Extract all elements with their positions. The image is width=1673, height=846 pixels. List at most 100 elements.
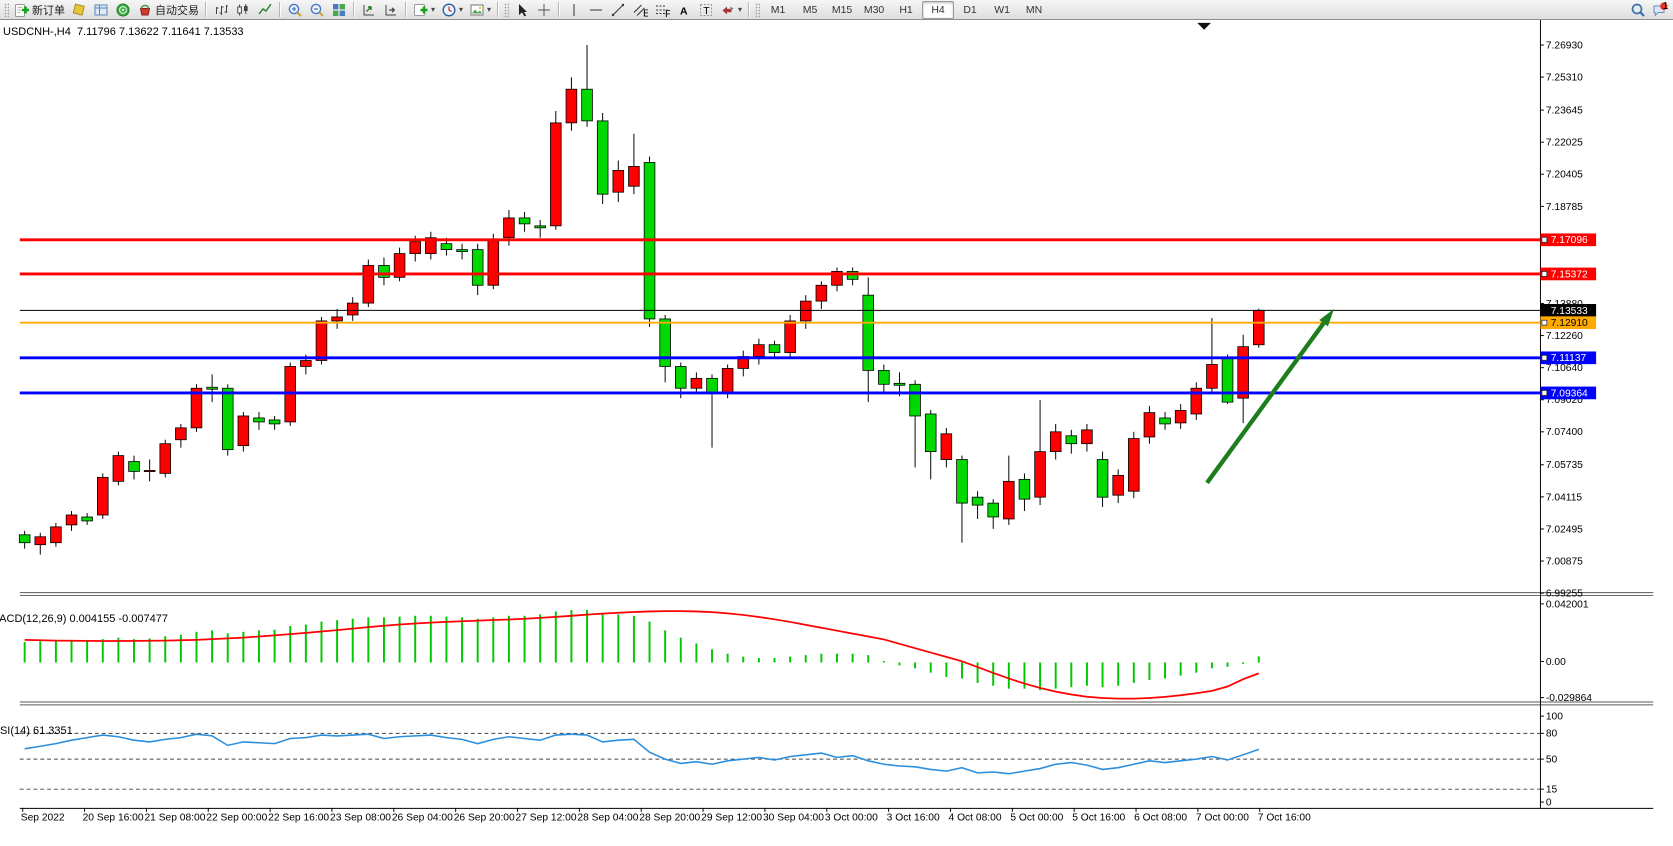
price-tag-label: 7.13533 [1551,306,1588,317]
price-tag: 7.09364 [1540,387,1596,400]
time-tick-label: Sep 2022 [21,813,65,824]
bars-icon [213,2,229,18]
zoom-out-button[interactable] [306,0,328,20]
templates-button[interactable]: ▾ [466,0,494,20]
symbol-period-label: USDCNH-,H4 [3,26,71,38]
candle-body [19,535,30,543]
line-chart-icon [257,2,273,18]
timeframe-m30-button[interactable]: M30 [858,1,890,19]
candle-body [910,384,921,416]
new-order-button[interactable]: 新订单 [11,0,68,20]
cursor-button[interactable] [511,0,533,20]
vertical-line-button[interactable] [563,0,585,20]
timeframe-d1-button[interactable]: D1 [954,1,986,19]
label-button[interactable]: T [695,0,717,20]
price-tick-label: 7.10640 [1546,363,1583,374]
toolbar-separator [558,2,560,17]
macd-indicator-label: MACD(12,26,9) 0.004155 -0.007477 [0,613,168,625]
market-watch-button[interactable] [68,0,90,20]
vline-icon [566,2,582,18]
price-chart[interactable]: 7.269307.253107.236457.220257.204057.187… [0,20,1673,846]
price-tick-label: 7.20405 [1546,170,1583,181]
arrows-button[interactable]: ▾ [717,0,745,20]
price-tick-label: 7.22025 [1546,138,1583,149]
timeframe-w1-button[interactable]: W1 [986,1,1018,19]
candles-icon [235,2,251,18]
trendline-button[interactable] [607,0,629,20]
candle-body [566,89,577,123]
toolbar-grip [504,3,509,17]
periods-button[interactable]: ▾ [438,0,466,20]
timeframe-m1-button[interactable]: M1 [762,1,794,19]
line-chart-button[interactable] [254,0,276,20]
chart-background [20,20,1653,826]
svg-text:E: E [643,7,648,18]
toolbar-separator [497,2,499,17]
candle-body [1066,436,1077,444]
candle-body [66,515,77,525]
text-button[interactable]: A [673,0,695,20]
candle-body [691,378,702,388]
notifications-button[interactable]: 1 [1649,0,1671,20]
horizontal-line-button[interactable] [585,0,607,20]
candle-body [519,218,530,224]
auto-trading-button[interactable]: 自动交易 [134,0,202,20]
timeframe-h4-button[interactable]: H4 [922,1,954,19]
bar-chart-button[interactable] [210,0,232,20]
chart-shift-icon [383,2,399,18]
candle-body [316,321,327,361]
candle-body [957,460,968,504]
candle-body [894,383,905,385]
time-tick-label: 5 Oct 16:00 [1072,813,1125,824]
price-tick-label: 7.05735 [1546,460,1583,471]
rsi-scale-label: 15 [1546,785,1558,796]
search-button[interactable] [1627,0,1649,20]
candle-body [504,218,515,238]
time-tick-label: 28 Sep 04:00 [577,813,638,824]
indicators-button[interactable]: ▾ [410,0,438,20]
timeframe-m5-button[interactable]: M5 [794,1,826,19]
toolbar-separator [353,2,355,17]
rsi-scale-label: 0 [1546,797,1552,808]
candle-body [988,503,999,517]
crosshair-button[interactable] [533,0,555,20]
candle-body [1050,432,1061,452]
navigator-button[interactable] [112,0,134,20]
price-tick-label: 7.23645 [1546,106,1583,117]
chevron-down-icon: ▾ [738,6,742,14]
time-tick-label: 28 Sep 20:00 [639,813,700,824]
price-tag: 7.12910 [1540,316,1596,329]
candle-body [1035,452,1046,498]
candle-body [363,265,374,303]
price-tick-label: 7.25310 [1546,73,1583,84]
timeframe-m15-button[interactable]: M15 [826,1,858,19]
data-window-button[interactable] [90,0,112,20]
svg-text:A: A [680,5,688,17]
fibonacci-button[interactable]: F [651,0,673,20]
tile-windows-button[interactable] [328,0,350,20]
candle-body [660,319,671,367]
price-tick-label: 7.07400 [1546,427,1583,438]
svg-text:1: 1 [1663,2,1668,12]
chart-shift-button[interactable] [380,0,402,20]
chart-area[interactable]: 7.269307.253107.236457.220257.204057.187… [0,20,1673,846]
chat-icon: 1 [1652,2,1668,18]
candle-body [347,303,358,315]
timeframe-h1-button[interactable]: H1 [890,1,922,19]
time-tick-label: 22 Sep 00:00 [206,813,267,824]
toolbar-grip [755,3,760,17]
timeframe-mn-button[interactable]: MN [1018,1,1050,19]
tag-notch-icon [1542,237,1547,242]
fibonacci-icon: F [654,2,670,18]
tag-notch-icon [1542,355,1547,360]
candle-body [816,285,827,301]
zoom-in-button[interactable] [284,0,306,20]
candle-body [441,244,452,250]
channel-icon: E [632,2,648,18]
candle-chart-button[interactable] [232,0,254,20]
channel-button[interactable]: E [629,0,651,20]
new-order-icon [14,2,30,18]
time-tick-label: 22 Sep 16:00 [268,813,329,824]
autotrade-icon [137,2,153,18]
auto-scroll-button[interactable] [358,0,380,20]
